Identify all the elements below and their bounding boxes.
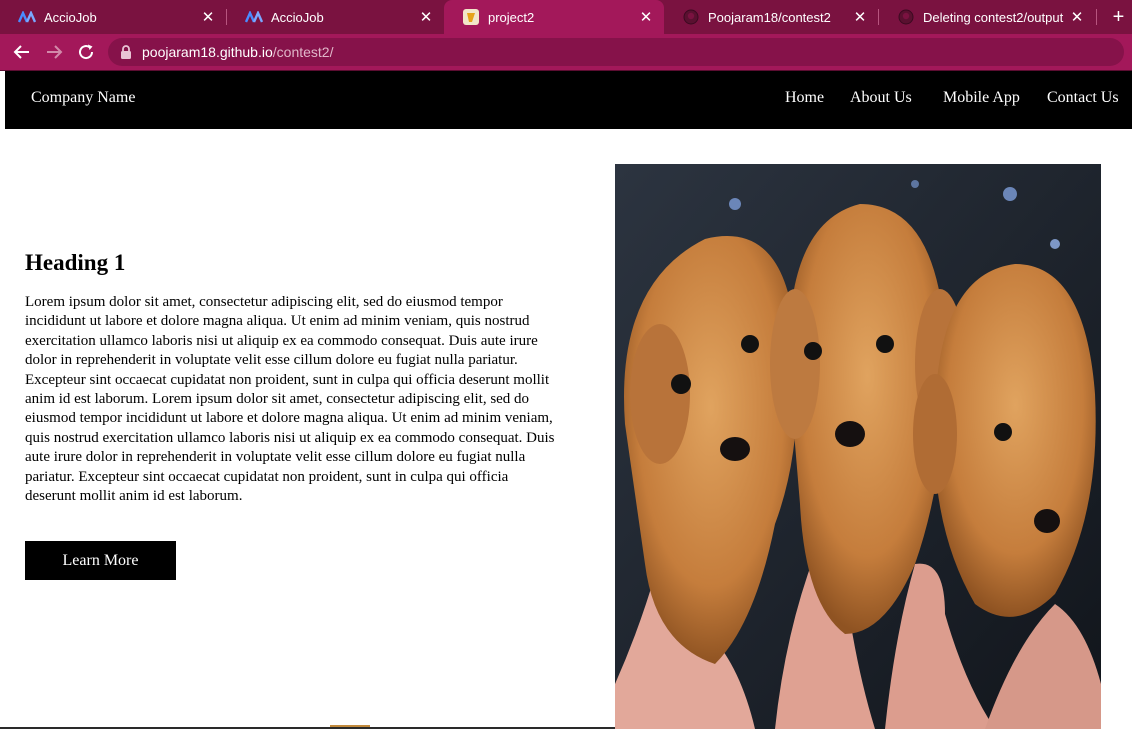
back-arrow-icon[interactable] — [10, 40, 34, 64]
puppies-illustration — [615, 164, 1101, 729]
github-icon — [897, 8, 915, 26]
forward-arrow-icon[interactable] — [42, 40, 66, 64]
browser-tab-github-delete[interactable]: Deleting contest2/output vie ✕ — [879, 0, 1095, 34]
page-bottom-accent — [330, 725, 370, 727]
browser-tab-project2[interactable]: project2 ✕ — [444, 0, 664, 34]
tab-close-icon[interactable]: ✕ — [850, 8, 870, 26]
url-path: /contest2/ — [272, 44, 334, 60]
browser-tab-acciojob-2[interactable]: AccioJob ✕ — [227, 0, 444, 34]
tab-title: AccioJob — [44, 9, 97, 25]
browser-tab-acciojob-1[interactable]: AccioJob ✕ — [0, 0, 226, 34]
new-tab-button[interactable]: + — [1105, 0, 1132, 34]
tab-separator — [1096, 9, 1097, 25]
browser-toolbar: poojaram18.github.io/contest2/ — [0, 34, 1132, 70]
acciojob-logo-icon — [18, 8, 36, 26]
nav-link-home[interactable]: Home — [785, 89, 824, 107]
project-favicon-icon — [462, 8, 480, 26]
address-bar[interactable]: poojaram18.github.io/contest2/ — [108, 38, 1124, 66]
reload-icon[interactable] — [74, 40, 98, 64]
nav-link-contact-us[interactable]: Contact Us — [1047, 89, 1119, 107]
tab-close-icon[interactable]: ✕ — [1067, 8, 1087, 26]
github-icon — [682, 8, 700, 26]
web-page: Company Name Home About Us Mobile App Co… — [0, 71, 1132, 729]
browser-tab-github-repo[interactable]: Poojaram18/contest2 ✕ — [664, 0, 878, 34]
learn-more-button[interactable]: Learn More — [25, 541, 176, 580]
nav-link-mobile-app[interactable]: Mobile App — [943, 89, 1020, 107]
lock-icon — [120, 45, 134, 59]
three-puppies-photo — [615, 164, 1101, 729]
tab-title: Deleting contest2/output vie — [923, 9, 1067, 25]
tab-close-icon[interactable]: ✕ — [416, 8, 436, 26]
nav-link-about-us[interactable]: About Us — [850, 89, 912, 107]
company-name-logo[interactable]: Company Name — [31, 89, 135, 107]
url-host: poojaram18.github.io — [142, 44, 273, 60]
tab-close-icon[interactable]: ✕ — [636, 8, 656, 26]
hero-paragraph: Lorem ipsum dolor sit amet, consectetur … — [25, 294, 555, 505]
browser-tab-strip: AccioJob ✕ AccioJob ✕ project2 ✕ Poojara… — [0, 0, 1132, 34]
acciojob-logo-icon — [245, 8, 263, 26]
site-navbar: Company Name Home About Us Mobile App Co… — [5, 71, 1132, 129]
tab-title: AccioJob — [271, 9, 324, 25]
tab-title: Poojaram18/contest2 — [708, 9, 831, 25]
tab-title: project2 — [488, 9, 535, 25]
tab-close-icon[interactable]: ✕ — [198, 8, 218, 26]
hero-heading: Heading 1 — [25, 250, 126, 275]
